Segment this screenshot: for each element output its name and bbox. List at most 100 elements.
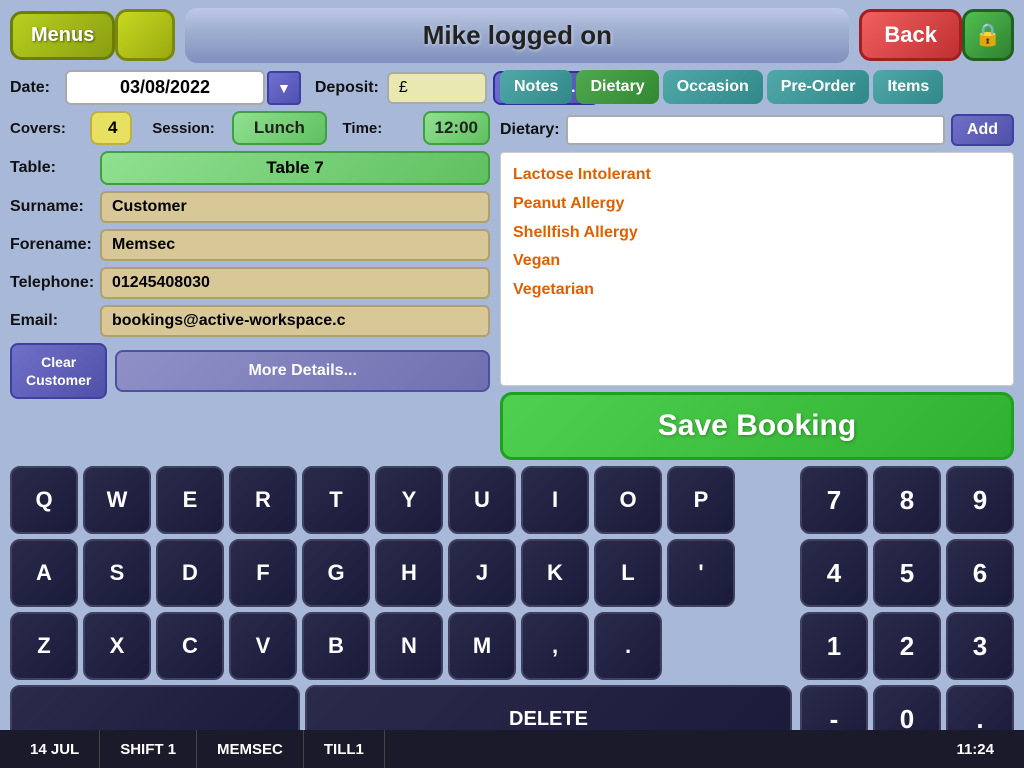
key-m[interactable]: M <box>448 612 516 680</box>
dietary-item-3: Vegan <box>513 247 1001 276</box>
yellow-button[interactable] <box>115 9 175 61</box>
key-f[interactable]: F <box>229 539 297 607</box>
key-c[interactable]: C <box>156 612 224 680</box>
key-7[interactable]: 7 <box>800 466 868 534</box>
key-t[interactable]: T <box>302 466 370 534</box>
status-time: 11:24 <box>936 730 1014 768</box>
session-value: Lunch <box>232 111 326 145</box>
numpad-row-3: 1 2 3 <box>800 612 1014 680</box>
dietary-input-row: Dietary: Add <box>500 114 1014 146</box>
key-r[interactable]: R <box>229 466 297 534</box>
key-5[interactable]: 5 <box>873 539 941 607</box>
status-bar: 14 JUL SHIFT 1 MEMSEC TILL1 11:24 <box>0 730 1024 768</box>
key-period[interactable]: . <box>594 612 662 680</box>
key-y[interactable]: Y <box>375 466 443 534</box>
key-apostrophe[interactable]: ' <box>667 539 735 607</box>
keyboard-area: Q W E R T Y U I O P A S D F G H J K L ' … <box>0 460 1024 764</box>
key-a[interactable]: A <box>10 539 78 607</box>
key-9[interactable]: 9 <box>946 466 1014 534</box>
dietary-input[interactable] <box>566 115 945 145</box>
email-input[interactable] <box>100 305 490 337</box>
back-button[interactable]: Back <box>859 9 962 61</box>
tab-occasion[interactable]: Occasion <box>663 70 763 104</box>
save-booking-button[interactable]: Save Booking <box>500 392 1014 460</box>
status-user: MEMSEC <box>197 730 304 768</box>
key-8[interactable]: 8 <box>873 466 941 534</box>
key-s[interactable]: S <box>83 539 151 607</box>
keyboard-row-3: Z X C V B N M , . <box>10 612 792 680</box>
forename-label: Forename: <box>10 236 100 254</box>
key-x[interactable]: X <box>83 612 151 680</box>
key-l[interactable]: L <box>594 539 662 607</box>
forename-input[interactable] <box>100 229 490 261</box>
status-date: 14 JUL <box>10 730 100 768</box>
key-2[interactable]: 2 <box>873 612 941 680</box>
surname-row: Surname: <box>10 191 490 223</box>
tab-items[interactable]: Items <box>873 70 943 104</box>
dietary-item-0: Lactose Intolerant <box>513 161 1001 190</box>
key-h[interactable]: H <box>375 539 443 607</box>
surname-input[interactable] <box>100 191 490 223</box>
date-row: Date: ▼ Deposit: £ Existing... <box>10 70 490 105</box>
add-button[interactable]: Add <box>951 114 1014 146</box>
left-panel: Date: ▼ Deposit: £ Existing... Covers: 4… <box>10 70 490 460</box>
menus-button[interactable]: Menus <box>10 11 115 60</box>
telephone-row: Telephone: <box>10 267 490 299</box>
session-time-row: Covers: 4 Session: Lunch Time: 12:00 <box>10 111 490 145</box>
deposit-input[interactable]: £ <box>387 72 487 104</box>
key-e[interactable]: E <box>156 466 224 534</box>
key-v[interactable]: V <box>229 612 297 680</box>
table-row: Table: Table 7 <box>10 151 490 185</box>
lock-button[interactable]: 🔒 <box>962 9 1014 61</box>
status-shift: SHIFT 1 <box>100 730 197 768</box>
right-panel: Notes Dietary Occasion Pre-Order Items D… <box>500 70 1014 460</box>
key-z[interactable]: Z <box>10 612 78 680</box>
keyboard-main: Q W E R T Y U I O P A S D F G H J K L ' … <box>10 466 792 758</box>
covers-value: 4 <box>90 111 132 145</box>
telephone-label: Telephone: <box>10 274 100 292</box>
key-1[interactable]: 1 <box>800 612 868 680</box>
key-d[interactable]: D <box>156 539 224 607</box>
tab-preorder[interactable]: Pre-Order <box>767 70 870 104</box>
more-details-button[interactable]: More Details... <box>115 350 490 392</box>
clear-customer-button[interactable]: ClearCustomer <box>10 343 107 399</box>
key-w[interactable]: W <box>83 466 151 534</box>
key-b[interactable]: B <box>302 612 370 680</box>
key-u[interactable]: U <box>448 466 516 534</box>
header-title: Mike logged on <box>185 8 849 63</box>
key-4[interactable]: 4 <box>800 539 868 607</box>
key-n[interactable]: N <box>375 612 443 680</box>
time-value: 12:00 <box>423 111 490 145</box>
keyboard-row-1: Q W E R T Y U I O P <box>10 466 792 534</box>
table-label: Table: <box>10 159 100 177</box>
main-area: Date: ▼ Deposit: £ Existing... Covers: 4… <box>0 70 1024 460</box>
key-g[interactable]: G <box>302 539 370 607</box>
date-input[interactable] <box>65 70 265 105</box>
key-p[interactable]: P <box>667 466 735 534</box>
telephone-input[interactable] <box>100 267 490 299</box>
tab-row: Notes Dietary Occasion Pre-Order Items <box>500 70 1014 104</box>
numpad-row-1: 7 8 9 <box>800 466 1014 534</box>
key-6[interactable]: 6 <box>946 539 1014 607</box>
key-k[interactable]: K <box>521 539 589 607</box>
key-3[interactable]: 3 <box>946 612 1014 680</box>
dietary-item-1: Peanut Allergy <box>513 190 1001 219</box>
key-comma[interactable]: , <box>521 612 589 680</box>
covers-label: Covers: <box>10 120 80 137</box>
header: Menus Mike logged on Back 🔒 <box>0 0 1024 70</box>
key-q[interactable]: Q <box>10 466 78 534</box>
table-value: Table 7 <box>100 151 490 185</box>
forename-row: Forename: <box>10 229 490 261</box>
dietary-list: Lactose Intolerant Peanut Allergy Shellf… <box>500 152 1014 386</box>
tab-notes[interactable]: Notes <box>500 70 572 104</box>
key-o[interactable]: O <box>594 466 662 534</box>
session-label: Session: <box>152 120 222 137</box>
date-dropdown-button[interactable]: ▼ <box>267 71 301 105</box>
tab-dietary[interactable]: Dietary <box>576 70 658 104</box>
key-j[interactable]: J <box>448 539 516 607</box>
key-i[interactable]: I <box>521 466 589 534</box>
dietary-item-4: Vegetarian <box>513 276 1001 305</box>
email-row: Email: <box>10 305 490 337</box>
date-label: Date: <box>10 79 65 97</box>
bottom-buttons: ClearCustomer More Details... <box>10 343 490 399</box>
